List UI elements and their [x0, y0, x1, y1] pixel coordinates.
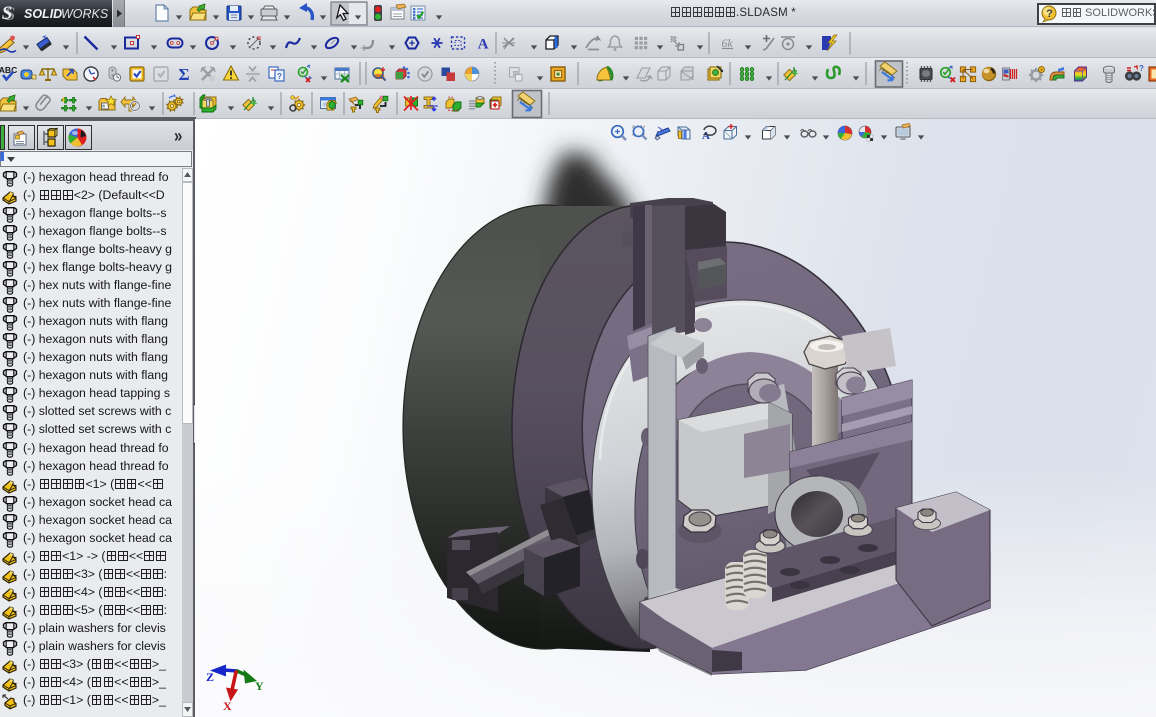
svg-text:Y: Y — [255, 679, 264, 693]
svg-text:?: ? — [1139, 64, 1144, 73]
svg-text:ABC: ABC — [0, 65, 17, 75]
svg-text:?: ? — [1046, 8, 1053, 20]
svg-text:Σ: Σ — [178, 65, 189, 84]
svg-text:?: ? — [277, 72, 282, 81]
svg-text:X: X — [223, 699, 232, 713]
svg-text:A: A — [478, 37, 489, 53]
svg-text:Z: Z — [206, 670, 214, 684]
